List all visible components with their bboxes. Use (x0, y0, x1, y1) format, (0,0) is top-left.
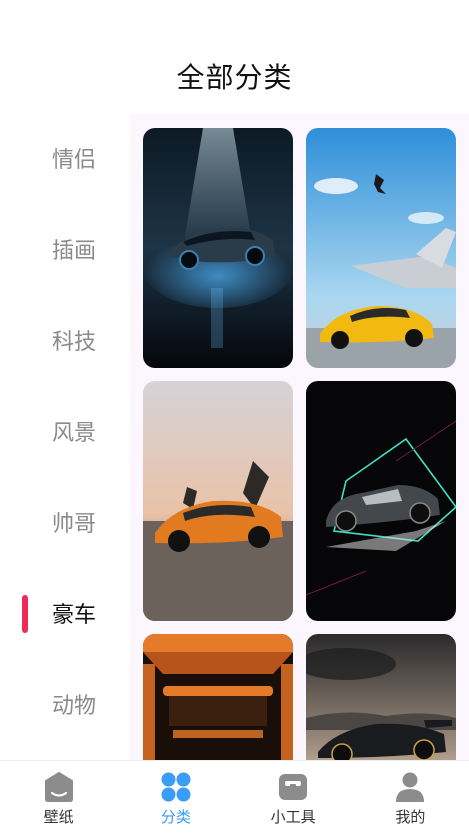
sidebar-item-animals[interactable]: 动物 (0, 674, 130, 734)
category-sidebar: 情侣 插画 科技 风景 帅哥 豪车 动物 (0, 114, 130, 760)
wallpaper-card[interactable] (306, 634, 456, 760)
sidebar-item-illustration[interactable]: 插画 (0, 219, 130, 279)
wallpaper-image (306, 128, 456, 368)
wallpaper-icon (44, 772, 73, 802)
wallpaper-card[interactable] (143, 128, 293, 368)
sidebar-item-label: 豪车 (51, 603, 96, 628)
sidebar-item-label: 帅哥 (51, 512, 96, 537)
tab-label: 分类 (160, 808, 191, 826)
sidebar-item-luxury-cars[interactable]: 豪车 (0, 583, 130, 643)
sidebar-item-technology[interactable]: 科技 (0, 310, 130, 370)
tab-profile[interactable]: 我的 (352, 761, 469, 833)
header: 全部分类 (0, 0, 469, 114)
wallpaper-image (306, 381, 456, 621)
wallpaper-card[interactable] (143, 634, 293, 760)
sidebar-item-label: 风景 (51, 421, 96, 446)
wallpaper-image (143, 381, 293, 621)
profile-icon (396, 772, 425, 802)
sidebar-item-label: 插画 (51, 239, 96, 264)
wallpaper-image (306, 634, 456, 760)
wallpaper-card[interactable] (306, 128, 456, 368)
bottom-tab-bar: 壁纸 分类 小工具 我的 (0, 760, 469, 833)
sidebar-item-handsome[interactable]: 帅哥 (0, 492, 130, 552)
tab-category[interactable]: 分类 (117, 761, 234, 833)
tab-toolbox[interactable]: 小工具 (235, 761, 352, 833)
sidebar-item-couple[interactable]: 情侣 (0, 128, 130, 188)
active-indicator (22, 595, 28, 633)
tab-label: 我的 (395, 808, 426, 826)
category-icon (161, 772, 191, 802)
sidebar-item-label: 情侣 (51, 148, 96, 173)
wallpaper-card[interactable] (306, 381, 456, 621)
tab-label: 壁纸 (43, 808, 74, 826)
tab-wallpaper[interactable]: 壁纸 (0, 761, 117, 833)
wallpaper-image (143, 128, 293, 368)
sidebar-item-label: 科技 (51, 330, 96, 355)
sidebar-item-scenery[interactable]: 风景 (0, 401, 130, 461)
tab-label: 小工具 (270, 808, 316, 826)
sidebar-item-label: 动物 (51, 694, 96, 719)
wallpaper-grid (130, 114, 469, 760)
wallpaper-image (143, 634, 293, 760)
wallpaper-card[interactable] (143, 381, 293, 621)
page-title: 全部分类 (176, 61, 293, 94)
toolbox-icon (279, 774, 308, 800)
